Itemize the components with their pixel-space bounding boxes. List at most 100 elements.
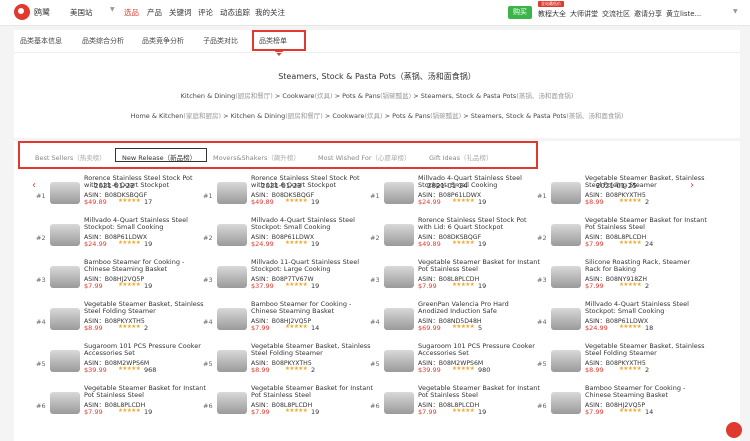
product-title[interactable]: Vegetable Steamer Basket for Instant Pot… [84,385,206,400]
product-image[interactable] [384,182,414,204]
brand-name[interactable]: 鸥鹭 [34,7,50,18]
nav-my-follows[interactable]: 我的关注 [255,7,285,18]
breadcrumb-item[interactable]: Home & Kitchen(家庭和厨房) [131,112,221,120]
site-selector[interactable]: 美国站 [70,7,93,18]
link-invite-share[interactable]: 邀请分享 [634,9,662,19]
product-image[interactable] [217,350,247,372]
product-item[interactable]: #1 Rorence Stainless Steel Stock Pot with… [203,175,373,215]
product-item[interactable]: #6 Vegetable Steamer Basket for Instant P… [370,385,540,425]
product-item[interactable]: #4 Bamboo Steamer for Cooking - Chinese S… [203,301,373,341]
product-title[interactable]: GreenPan Valencia Pro Hard Anodized Indu… [418,301,540,316]
product-image[interactable] [384,350,414,372]
product-item[interactable]: #4 Millvado 4-Quart Stainless Steel Stock… [537,301,707,341]
chevron-down-icon[interactable]: ▼ [733,8,738,15]
product-title[interactable]: Vegetable Steamer Basket for Instant Pot… [585,217,707,232]
product-image[interactable] [384,224,414,246]
product-item[interactable]: #2 Rorence Stainless Steel Stock Pot with… [370,217,540,257]
product-title[interactable]: Vegetable Steamer Basket, Stainless Stee… [251,343,373,358]
link-tutorials[interactable]: 教程大全 [538,9,566,19]
product-image[interactable] [50,182,80,204]
link-master-class[interactable]: 大师讲堂 [570,9,598,19]
breadcrumb-item[interactable]: Kitchen & Dining(厨房和餐厅) [231,112,323,120]
rank-tab-most-wished[interactable]: Most Wished For（心愿单榜） [318,152,411,162]
rank-tab-movers-shakers[interactable]: Movers&Shakers（飙升榜） [213,152,300,162]
rank-tab-new-release[interactable]: New Release（新品榜） [122,152,196,162]
product-item[interactable]: #4 GreenPan Valencia Pro Hard Anodized In… [370,301,540,341]
product-title[interactable]: Vegetable Steamer Basket, Stainless Stee… [585,343,707,358]
product-item[interactable]: #2 Millvado 4-Quart Stainless Steel Stock… [36,217,206,257]
breadcrumb-item[interactable]: Steamers, Stock & Pasta Pots(蒸锅、汤和面食锅) [471,112,624,120]
product-title[interactable]: Rorence Stainless Steel Stock Pot with L… [418,217,540,232]
product-image[interactable] [551,392,581,414]
product-item[interactable]: #5 Vegetable Steamer Basket, Stainless St… [203,343,373,383]
product-item[interactable]: #2 Vegetable Steamer Basket for Instant P… [537,217,707,257]
product-item[interactable]: #3 Vegetable Steamer Basket for Instant P… [370,259,540,299]
nav-keywords[interactable]: 关键词 [169,7,192,18]
product-title[interactable]: Vegetable Steamer Basket for Instant Pot… [418,259,540,274]
tab-category-competition[interactable]: 品类竞争分析 [142,36,184,46]
product-title[interactable]: Bamboo Steamer for Cooking - Chinese Ste… [84,259,206,274]
product-item[interactable]: #1 Vegetable Steamer Basket, Stainless St… [537,175,707,215]
product-title[interactable]: Bamboo Steamer for Cooking - Chinese Ste… [585,385,707,400]
product-item[interactable]: #5 Sugaroom 101 PCS Pressure Cooker Acces… [370,343,540,383]
product-item[interactable]: #2 Millvado 4-Quart Stainless Steel Stock… [203,217,373,257]
product-title[interactable]: Millvado 4-Quart Stainless Steel Stockpo… [418,175,540,190]
nav-tracking[interactable]: 动态追踪 [220,7,250,18]
product-image[interactable] [217,308,247,330]
product-title[interactable]: Millvado 4-Quart Stainless Steel Stockpo… [84,217,206,232]
nav-product-selection[interactable]: 选品 [124,7,139,18]
product-item[interactable]: #6 Bamboo Steamer for Cooking - Chinese S… [537,385,707,425]
product-item[interactable]: #3 Silicone Roasting Rack, Steamer Rack f… [537,259,707,299]
product-image[interactable] [384,392,414,414]
product-title[interactable]: Rorence Stainless Steel Stock Pot with L… [84,175,206,190]
product-item[interactable]: #6 Vegetable Steamer Basket for Instant P… [36,385,206,425]
product-title[interactable]: Vegetable Steamer Basket for Instant Pot… [251,385,373,400]
product-image[interactable] [217,182,247,204]
buy-button[interactable]: 购买 [508,6,532,19]
product-title[interactable]: Millvado 4-Quart Stainless Steel Stockpo… [585,301,707,316]
user-menu[interactable]: 黄立liste... [666,9,701,19]
product-image[interactable] [217,224,247,246]
breadcrumb-item[interactable]: Kitchen & Dining(厨房和餐厅) [181,92,273,100]
tab-category-overall-analysis[interactable]: 品类综合分析 [82,36,124,46]
product-title[interactable]: Silicone Roasting Rack, Steamer Rack for… [585,259,707,274]
rank-tab-best-sellers[interactable]: Best Sellers（热卖榜） [35,152,106,162]
product-title[interactable]: Bamboo Steamer for Cooking - Chinese Ste… [251,301,373,316]
product-item[interactable]: #6 Vegetable Steamer Basket for Instant P… [203,385,373,425]
product-image[interactable] [384,308,414,330]
product-title[interactable]: Sugaroom 101 PCS Pressure Cooker Accesso… [418,343,540,358]
product-title[interactable]: Vegetable Steamer Basket, Stainless Stee… [84,301,206,316]
product-item[interactable]: #4 Vegetable Steamer Basket, Stainless St… [36,301,206,341]
product-image[interactable] [217,266,247,288]
product-image[interactable] [50,350,80,372]
product-image[interactable] [551,182,581,204]
breadcrumb-item[interactable]: Steamers, Stock & Pasta Pots(蒸锅、汤和面食锅) [421,92,574,100]
product-image[interactable] [551,350,581,372]
product-image[interactable] [50,224,80,246]
product-image[interactable] [50,266,80,288]
product-image[interactable] [551,224,581,246]
product-item[interactable]: #3 Millvado 11-Quart Stainless Steel Stoc… [203,259,373,299]
product-title[interactable]: Millvado 11-Quart Stainless Steel Stockp… [251,259,373,274]
chevron-down-icon[interactable]: ▼ [110,6,115,13]
product-image[interactable] [551,266,581,288]
product-item[interactable]: #1 Rorence Stainless Steel Stock Pot with… [36,175,206,215]
breadcrumb-item[interactable]: Cookware(炊具) [332,112,382,120]
product-image[interactable] [217,392,247,414]
tab-category-basic-info[interactable]: 品类基本信息 [20,36,62,46]
product-item[interactable]: #5 Vegetable Steamer Basket, Stainless St… [537,343,707,383]
product-image[interactable] [50,308,80,330]
breadcrumb-item[interactable]: Cookware(炊具) [282,92,332,100]
product-title[interactable]: Millvado 4-Quart Stainless Steel Stockpo… [251,217,373,232]
heron-logo-icon[interactable] [14,4,30,20]
product-title[interactable]: Vegetable Steamer Basket for Instant Pot… [418,385,540,400]
breadcrumb-item[interactable]: Pots & Pans(锅碗瓢盆) [392,112,461,120]
product-item[interactable]: #1 Millvado 4-Quart Stainless Steel Stock… [370,175,540,215]
product-image[interactable] [50,392,80,414]
rank-tab-gift-ideas[interactable]: Gift Ideas（礼品榜） [429,152,493,162]
product-item[interactable]: #5 Sugaroom 101 PCS Pressure Cooker Acces… [36,343,206,383]
tab-subcategory-compare[interactable]: 子品类对比 [203,36,238,46]
product-title[interactable]: Vegetable Steamer Basket, Stainless Stee… [585,175,707,190]
breadcrumb-item[interactable]: Pots & Pans(锅碗瓢盆) [342,92,411,100]
product-image[interactable] [384,266,414,288]
